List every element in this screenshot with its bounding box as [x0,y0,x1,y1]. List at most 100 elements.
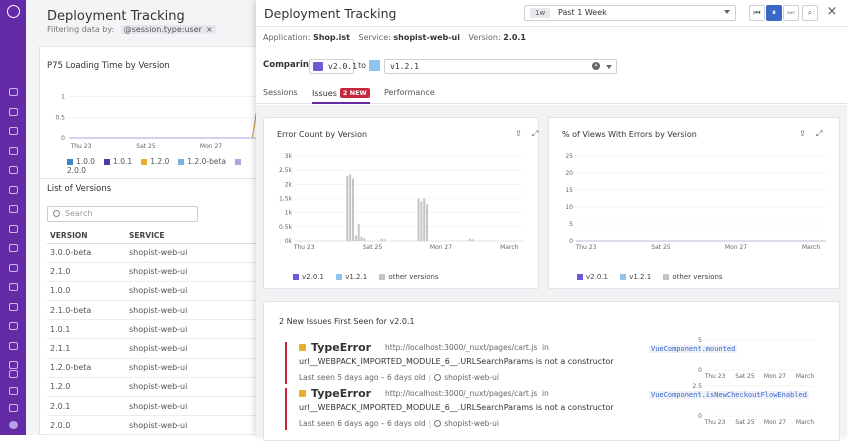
binoculars-icon[interactable] [8,107,18,117]
forward-icon: ⏭ [787,8,795,17]
versions-table: VERSION SERVICE 3.0.0-beta shopist-web-ui… [47,229,256,435]
issue-type[interactable]: TypeError [311,341,371,354]
table-row[interactable]: 2.1.0-beta shopist-web-ui [47,300,256,321]
grid-icon[interactable] [8,166,18,175]
app-value: Shop.ist [312,33,350,42]
tab-sessions[interactable]: Sessions [263,88,298,97]
legend-item[interactable]: 1.2.0-beta [178,157,226,166]
app-label: Application: [263,33,311,42]
column-header-version[interactable]: VERSION [47,229,129,244]
x-tick-label: Sat 25 [735,373,755,380]
chat-icon[interactable] [8,387,18,396]
x-tick-label: Thu 23 [704,373,726,380]
search-input[interactable]: Search [47,206,198,222]
version-a-label: v2.0.1 [328,62,357,71]
x-tick-label: Mon 27 [725,244,747,251]
table-row[interactable]: 1.0.0 shopist-web-ui [47,281,256,302]
search-icon [53,210,60,217]
series-line [69,114,256,139]
table-row[interactable]: 2.0.0 shopist-web-ui [47,415,256,435]
x-tick-label: Sat 25 [136,143,156,150]
table-row[interactable]: 3.0.0-beta shopist-web-ui [47,243,256,263]
issue-meta: Last seen 5 days ago – 6 days old | shopis… [299,373,499,382]
legend-item[interactable]: 1.0.0 [67,157,95,166]
chevron-down-icon [724,10,730,14]
lock-icon[interactable] [8,361,18,370]
error-bar [354,235,357,241]
tab-issues[interactable]: Issues 2 NEW [312,88,370,104]
database-icon[interactable] [8,341,18,351]
warning-icon [299,344,306,351]
x-tick-label: Thu 23 [293,244,315,251]
monitor-icon[interactable] [8,244,18,253]
expand-icon[interactable]: ⤢ [532,129,538,139]
time-picker[interactable]: 1w Past 1 Week [524,5,736,21]
table-row[interactable]: 1.2.0 shopist-web-ui [47,377,256,398]
gauge-icon[interactable] [8,205,18,214]
version-cell: 2.0.0 [47,415,129,435]
forward-button[interactable]: ⏭ [783,5,799,21]
app-info: Application: Shop.ist Service: shopist-w… [263,33,532,42]
warning-icon [299,390,306,397]
issue-type[interactable]: TypeError [311,387,371,400]
gear-icon[interactable] [8,370,18,379]
issue-row[interactable]: TypeError http://localhost:3000/_nuxt/pag… [285,383,835,430]
version-a-select[interactable]: v2.0.1 [309,59,357,74]
service-cell: shopist-web-ui [129,243,256,263]
expand-icon[interactable]: ⤢ [816,129,822,139]
hierarchy-icon[interactable] [8,283,18,292]
export-icon[interactable]: ⇪ [799,129,806,138]
legend-item[interactable]: 1.2.0 [141,157,169,166]
x-tick-label: Thu 23 [70,143,92,150]
pause-button[interactable]: ⏸ [766,5,782,21]
shield-icon[interactable] [8,302,18,312]
legend-item[interactable]: 1.0.1 [104,157,132,166]
search-button[interactable]: ⌕ [802,5,818,21]
close-button[interactable]: × [824,5,840,21]
severity-bar [285,342,287,384]
y-tick-label: 0.5k [279,224,293,231]
help-icon[interactable] [8,404,18,413]
version-b-select[interactable]: v1.2.1 × [384,59,617,74]
error-count-title: Error Count by Version [277,130,368,139]
table-row[interactable]: 2.1.0 shopist-web-ui [47,262,256,282]
issues-heading: 2 New Issues First Seen for v2.0.1 [279,317,415,326]
table-row[interactable]: 2.0.1 shopist-web-ui [47,396,256,417]
chart-icon[interactable] [8,146,18,156]
issue-sparkline: 0 5 Thu 23 Sat 25 Mon 27 March [698,337,815,380]
rewind-button[interactable]: ⏮ [749,5,765,21]
list-icon[interactable] [8,127,18,136]
table-row[interactable]: 1.0.1 shopist-web-ui [47,319,256,340]
y-tick-label: 15 [565,187,573,194]
lines-icon[interactable] [8,263,18,273]
column-header-service[interactable]: SERVICE [129,229,256,244]
filter-chip[interactable]: @session.type:user × [120,25,216,34]
legend-other: other versions [663,273,723,281]
puzzle-icon[interactable] [8,185,18,195]
paw-logo[interactable] [6,5,20,19]
issue-row[interactable]: TypeError http://localhost:3000/_nuxt/pag… [285,337,835,384]
y-tick-label: 2k [285,181,293,188]
service-value: shopist-web-ui [393,33,460,42]
close-icon[interactable]: × [206,25,213,34]
error-bar [426,204,429,241]
service-cell: shopist-web-ui [129,358,256,378]
severity-bar [285,388,287,430]
book-icon[interactable] [8,322,18,331]
rewind-icon: ⏮ [753,8,761,17]
tab-performance[interactable]: Performance [384,88,435,97]
user-avatar[interactable] [8,421,18,430]
table-row[interactable]: 1.2.0-beta shopist-web-ui [47,358,256,378]
error-bar [363,238,366,241]
version-cell: 2.0.1 [47,396,129,417]
version-cell: 1.2.0 [47,377,129,398]
error-bar [357,224,360,241]
panel-tabs: Sessions Issues 2 NEW Performance [256,84,847,104]
export-icon[interactable]: ⇪ [515,129,522,138]
clear-icon[interactable]: × [592,62,600,70]
table-row[interactable]: 2.1.1 shopist-web-ui [47,338,256,359]
service-label: Service: [358,33,391,42]
search-icon[interactable] [8,88,18,97]
bug-icon[interactable] [8,224,18,234]
error-bar [417,198,420,241]
